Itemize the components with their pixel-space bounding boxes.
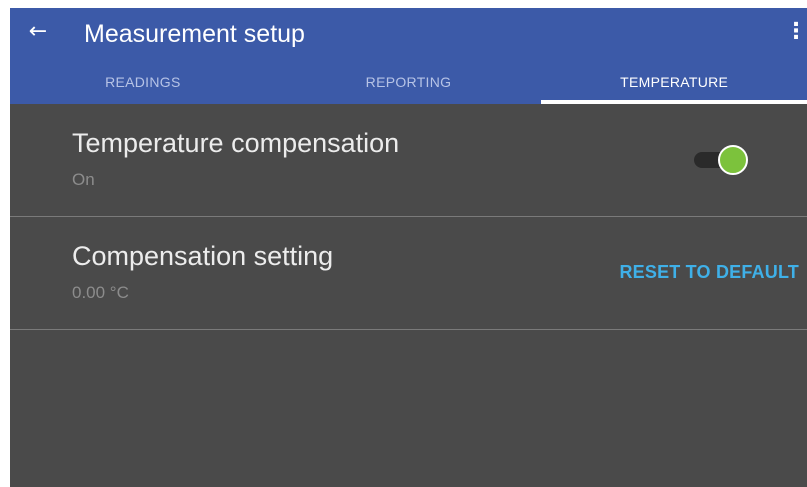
tab-reporting[interactable]: REPORTING <box>276 64 542 104</box>
reset-to-default-button[interactable]: RESET TO DEFAULT <box>619 259 799 285</box>
more-vertical-icon[interactable]: ⋮ <box>785 18 807 46</box>
setting-title: Temperature compensation <box>72 128 400 158</box>
tab-bar: READINGS REPORTING TEMPERATURE <box>10 64 807 104</box>
toggle-thumb <box>718 145 748 175</box>
setting-value: On <box>72 170 95 189</box>
setting-row-temperature-compensation[interactable]: Temperature compensation On <box>10 104 807 217</box>
page-title: Measurement setup <box>84 20 305 48</box>
app-bar: ← Measurement setup ⋮ READINGS REPORTING… <box>10 8 807 104</box>
app-screen: ← Measurement setup ⋮ READINGS REPORTING… <box>10 8 807 487</box>
tab-readings[interactable]: READINGS <box>10 64 276 104</box>
setting-value: 0.00 °C <box>72 283 129 302</box>
setting-title: Compensation setting <box>72 241 334 271</box>
setting-row-compensation-setting[interactable]: Compensation setting 0.00 °C RESET TO DE… <box>10 217 807 330</box>
temperature-compensation-toggle[interactable] <box>694 145 748 175</box>
tab-temperature[interactable]: TEMPERATURE <box>541 64 807 104</box>
back-arrow-icon[interactable]: ← <box>24 18 52 46</box>
